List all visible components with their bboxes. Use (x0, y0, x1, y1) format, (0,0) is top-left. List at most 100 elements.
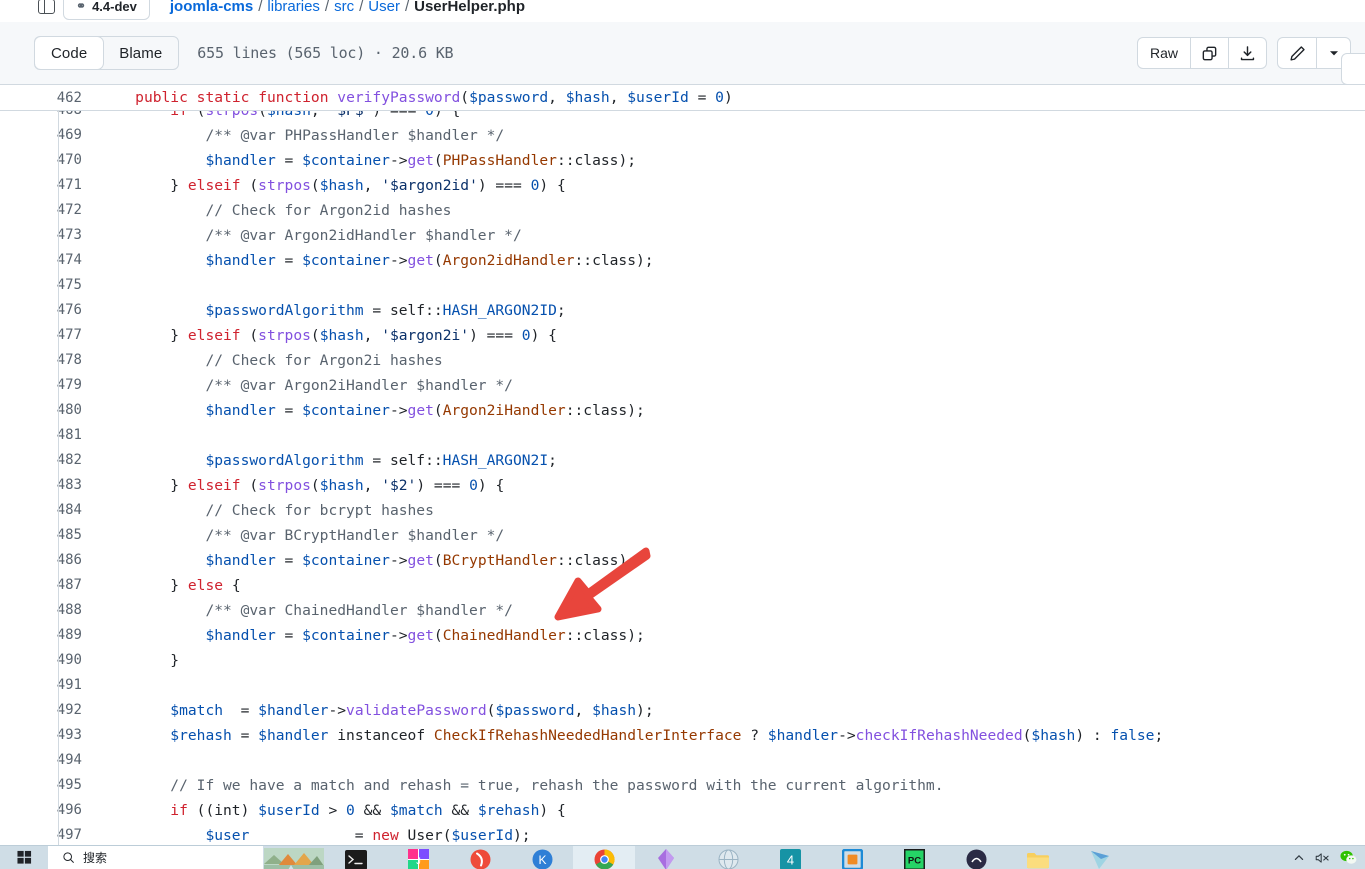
tab-blame[interactable]: Blame (103, 37, 178, 69)
pycharm-icon: PC (903, 848, 925, 869)
tab-code[interactable]: Code (35, 37, 104, 69)
pencil-edit-icon[interactable] (1278, 38, 1316, 68)
line-source: // Check for Argon2id hashes (98, 198, 1365, 223)
taskbar-app-office-app[interactable] (821, 846, 883, 869)
wechat-icon[interactable] (1340, 850, 1357, 865)
breadcrumb-repo[interactable]: joomla-cms (170, 0, 253, 15)
taskbar-app-jetbrains-app[interactable]: J (387, 846, 449, 869)
taskbar-app-weather-widget[interactable] (263, 846, 325, 869)
code-line[interactable]: 470 $handler = $container->get(PHPassHan… (0, 148, 1365, 173)
code-line[interactable]: 476 $passwordAlgorithm = self::HASH_ARGO… (0, 298, 1365, 323)
code-token: ChainedHandler (442, 627, 566, 644)
code-line[interactable]: 469 /** @var PHPassHandler $handler */ (0, 123, 1365, 148)
code-line[interactable]: 479 /** @var Argon2iHandler $handler */ (0, 373, 1365, 398)
code-token: && (354, 802, 390, 819)
code-token: = (249, 827, 373, 844)
code-token: > (319, 802, 347, 819)
breadcrumb-segment-user[interactable]: User (368, 0, 400, 15)
code-line[interactable]: 472 // Check for Argon2id hashes (0, 198, 1365, 223)
file-stats: 655 lines (565 loc) · 20.6 KB (197, 44, 454, 62)
code-line[interactable]: 483 } elseif (strpos($hash, '$2') === 0)… (0, 473, 1365, 498)
code-line[interactable]: 475 (0, 273, 1365, 298)
code-lines-container[interactable]: 468 if (strpos($hash, '$P$') === 0) {469… (0, 98, 1365, 845)
code-token: $container (302, 252, 390, 269)
taskbar-app-opera-browser[interactable] (449, 846, 511, 869)
code-line[interactable]: 497 $user = new User($userId); (0, 823, 1365, 845)
code-line[interactable]: 473 /** @var Argon2idHandler $handler */ (0, 223, 1365, 248)
code-token: $match (390, 802, 443, 819)
sidebar-toggle-icon[interactable] (38, 0, 55, 15)
taskbar-app-dark-circle-app[interactable] (945, 846, 1007, 869)
code-token: ::class); (556, 152, 637, 169)
code-line[interactable]: 494 (0, 748, 1365, 773)
code-line[interactable]: 482 $passwordAlgorithm = self::HASH_ARGO… (0, 448, 1365, 473)
code-token: } (100, 577, 188, 594)
code-line[interactable]: 491 (0, 673, 1365, 698)
line-source: } elseif (strpos($hash, '$2') === 0) { (98, 473, 1365, 498)
branch-selector[interactable]: ⚭ 4.4-dev (63, 0, 150, 20)
code-token: elseif (187, 177, 241, 194)
code-line[interactable]: 471 } elseif (strpos($hash, '$argon2id')… (0, 173, 1365, 198)
breadcrumb: joomla-cms / libraries / src / User / Us… (170, 0, 525, 15)
code-token: $hash (319, 327, 364, 344)
code-line[interactable]: 492 $match = $handler->validatePassword(… (0, 698, 1365, 723)
code-line[interactable]: 486 $handler = $container->get(BCryptHan… (0, 548, 1365, 573)
line-source: /** @var BCryptHandler $handler */ (98, 523, 1365, 548)
taskbar-search-box[interactable]: 搜索 (48, 845, 263, 869)
taskbar-app-edge-browser[interactable] (697, 846, 759, 869)
code-line[interactable]: 477 } elseif (strpos($hash, '$argon2i') … (0, 323, 1365, 348)
taskbar-app-chrome-browser[interactable] (573, 845, 635, 869)
code-line[interactable]: 495 // If we have a match and rehash = t… (0, 773, 1365, 798)
code-token: -> (838, 727, 856, 744)
code-line[interactable]: 480 $handler = $container->get(Argon2iHa… (0, 398, 1365, 423)
code-line[interactable]: 496 if ((int) $userId > 0 && $match && $… (0, 798, 1365, 823)
code-line[interactable]: 478 // Check for Argon2i hashes (0, 348, 1365, 373)
code-token: = (231, 727, 259, 744)
taskbar-app-teal-app[interactable] (1069, 846, 1131, 869)
chevron-up-icon[interactable] (1293, 852, 1305, 864)
line-source: $handler = $container->get(Argon2iHandle… (98, 398, 1365, 423)
edit-group (1277, 37, 1351, 69)
taskbar-app-number-four-app[interactable]: 4 (759, 846, 821, 869)
code-line[interactable]: 485 /** @var BCryptHandler $handler */ (0, 523, 1365, 548)
taskbar-app-kingsoft-app[interactable]: K (511, 846, 573, 869)
code-token: '$argon2i' (381, 327, 470, 344)
taskbar-app-sketch-app[interactable] (635, 846, 697, 869)
line-number: 480 (56, 402, 82, 418)
taskbar-app-terminal[interactable] (325, 846, 387, 869)
code-token: $container (302, 627, 390, 644)
code-line[interactable]: 474 $handler = $container->get(Argon2idH… (0, 248, 1365, 273)
code-line[interactable]: 484 // Check for bcrypt hashes (0, 498, 1365, 523)
download-icon[interactable] (1228, 38, 1266, 68)
line-number: 476 (56, 302, 82, 318)
line-source: $passwordAlgorithm = self::HASH_ARGON2ID… (98, 298, 1365, 323)
code-token: -> (389, 252, 408, 269)
line-source: $match = $handler->validatePassword($pas… (98, 698, 1365, 723)
taskbar-app-file-explorer[interactable] (1007, 846, 1069, 869)
code-line[interactable]: 488 /** @var ChainedHandler $handler */ (0, 598, 1365, 623)
windows-start-icon[interactable] (0, 845, 48, 869)
code-token: 0 (715, 89, 724, 106)
breadcrumb-segment-src[interactable]: src (334, 0, 354, 15)
taskbar-app-pycharm-app[interactable]: PC (883, 846, 945, 869)
line-source: /** @var ChainedHandler $handler */ (98, 598, 1365, 623)
code-line[interactable]: 493 $rehash = $handler instanceof CheckI… (0, 723, 1365, 748)
more-options-button[interactable] (1341, 53, 1365, 85)
code-line[interactable]: 490 } (0, 648, 1365, 673)
code-line[interactable]: 487 } else { (0, 573, 1365, 598)
breadcrumb-segment-libraries[interactable]: libraries (267, 0, 320, 15)
code-token: checkIfRehashNeeded (855, 727, 1023, 744)
copy-icon[interactable] (1190, 38, 1228, 68)
code-line[interactable]: 489 $handler = $container->get(ChainedHa… (0, 623, 1365, 648)
speaker-muted-icon[interactable] (1315, 852, 1330, 864)
code-token: -> (389, 627, 408, 644)
raw-button[interactable]: Raw (1138, 38, 1190, 68)
line-number: 486 (56, 552, 82, 568)
code-line[interactable]: 481 (0, 423, 1365, 448)
